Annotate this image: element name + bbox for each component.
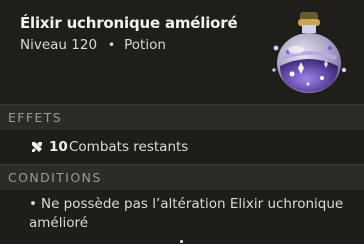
conditions-header-label: CONDITIONS — [8, 170, 102, 185]
bullet: • — [29, 196, 37, 212]
crossed-swords-icon — [32, 142, 42, 152]
item-type: Potion — [124, 37, 166, 53]
conditions-body: • Ne possède pas l’altération Elixir uchr… — [0, 190, 364, 244]
effect-count: 10 — [49, 139, 68, 155]
item-level: Niveau 120 — [20, 37, 98, 53]
effect-row: 10 Combats restants — [0, 130, 364, 164]
tooltip-pointer — [180, 240, 183, 243]
effects-section-header: EFFETS — [0, 104, 364, 130]
item-title: Élixir uchronique amélioré — [20, 14, 238, 32]
purple-elixir-bottle-icon — [272, 12, 347, 93]
effect-text: Combats restants — [69, 139, 189, 155]
condition-text: Ne possède pas l’altération Elixir uchro… — [29, 196, 344, 231]
item-subtitle: Niveau 120 • Potion — [20, 37, 166, 53]
effects-header-label: EFFETS — [8, 110, 63, 125]
conditions-section-header: CONDITIONS — [0, 164, 364, 190]
separator-dot: • — [108, 38, 116, 52]
item-header: Élixir uchronique amélioré Niveau 120 • … — [0, 0, 364, 104]
condition-item: • Ne possède pas l’altération Elixir uchr… — [29, 195, 349, 233]
